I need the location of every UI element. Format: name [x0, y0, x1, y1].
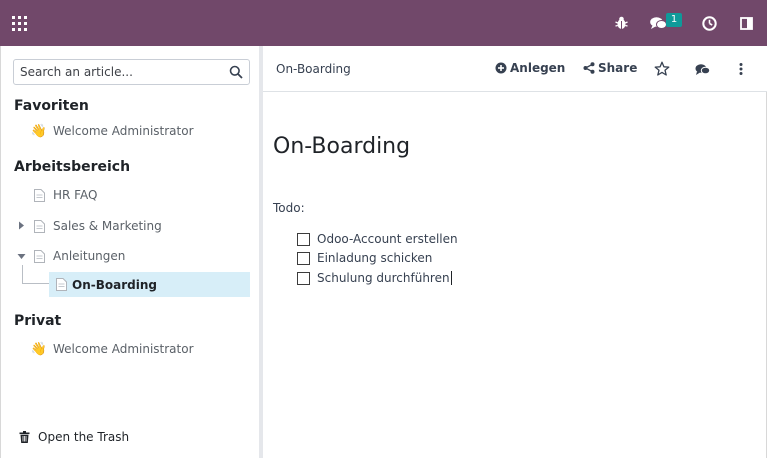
sidebar-item-label: HR FAQ	[53, 188, 98, 202]
bug-icon[interactable]	[614, 13, 628, 33]
chat-count-badge: 1	[666, 13, 682, 27]
article-title[interactable]: On-Boarding	[273, 134, 410, 159]
checklist-item[interactable]: Einladung schicken	[297, 251, 432, 265]
sidebar-item-hr-faq[interactable]: HR FAQ	[31, 184, 97, 206]
section-title-workspace: Arbeitsbereich	[14, 159, 131, 175]
article-topbar: On-Boarding Anlegen Share	[263, 46, 767, 92]
breadcrumb[interactable]: On-Boarding	[276, 62, 351, 76]
top-navbar: 1	[0, 0, 767, 46]
open-trash-button[interactable]: Open the Trash	[19, 430, 129, 444]
section-title-favorites: Favoriten	[14, 98, 89, 114]
create-label: Anlegen	[510, 61, 566, 75]
plus-circle-icon	[495, 62, 507, 74]
share-label: Share	[598, 61, 638, 75]
share-icon	[583, 62, 595, 74]
checklist-item[interactable]: Odoo-Account erstellen	[297, 232, 458, 246]
document-icon	[31, 248, 47, 264]
todo-label[interactable]: Todo:	[273, 201, 305, 215]
sidebar-toggle-icon[interactable]	[739, 13, 754, 33]
checklist-checkbox[interactable]	[297, 251, 310, 265]
share-button[interactable]: Share	[583, 61, 637, 75]
search-box[interactable]	[13, 59, 250, 85]
text-cursor	[450, 271, 452, 285]
create-button[interactable]: Anlegen	[495, 61, 565, 75]
search-input[interactable]	[20, 60, 220, 84]
document-icon	[53, 277, 69, 293]
sidebar-item-private-welcome[interactable]: 👋 Welcome Administrator	[31, 338, 194, 360]
section-title-private: Privat	[14, 313, 62, 329]
trash-icon	[19, 431, 30, 443]
sidebar-item-label: Welcome Administrator	[53, 342, 194, 356]
chat-bubbles-icon[interactable]	[649, 13, 667, 33]
checklist-checkbox[interactable]	[297, 232, 310, 246]
tree-connector	[22, 283, 49, 284]
sidebar-item-label: Sales & Marketing	[53, 219, 162, 233]
sidebar: Favoriten 👋 Welcome Administrator Arbeit…	[0, 46, 259, 458]
clock-icon[interactable]	[701, 13, 717, 33]
apps-grid-icon[interactable]	[12, 16, 27, 31]
sidebar-item-label: On-Boarding	[72, 277, 157, 292]
comments-icon[interactable]	[693, 60, 711, 78]
waving-hand-icon: 👋	[30, 341, 48, 357]
document-icon	[31, 187, 47, 203]
caret-down-icon[interactable]	[17, 252, 26, 261]
more-options-icon[interactable]	[732, 60, 750, 78]
caret-right-icon[interactable]	[17, 221, 26, 230]
checklist-item-label[interactable]: Odoo-Account erstellen	[317, 232, 458, 246]
sidebar-resize-handle[interactable]	[259, 46, 263, 458]
star-icon[interactable]	[653, 60, 671, 78]
sidebar-item-sales-marketing[interactable]: Sales & Marketing	[31, 215, 162, 237]
trash-label: Open the Trash	[38, 430, 130, 444]
checklist-item[interactable]: Schulung durchführen	[297, 271, 452, 285]
sidebar-item-label: Anleitungen	[53, 249, 126, 263]
sidebar-item-label: Welcome Administrator	[53, 124, 194, 138]
sidebar-item-anleitungen[interactable]: Anleitungen	[31, 245, 125, 267]
search-icon[interactable]	[229, 65, 243, 79]
waving-hand-icon: 👋	[30, 123, 48, 139]
sidebar-item-favorite-welcome[interactable]: 👋 Welcome Administrator	[31, 120, 194, 142]
sidebar-item-on-boarding[interactable]: On-Boarding	[49, 272, 250, 297]
checklist-item-label[interactable]: Einladung schicken	[317, 251, 432, 265]
tree-connector	[22, 265, 23, 284]
checklist-item-label[interactable]: Schulung durchführen	[317, 271, 450, 285]
document-icon	[31, 218, 47, 234]
checklist-checkbox[interactable]	[297, 271, 310, 285]
